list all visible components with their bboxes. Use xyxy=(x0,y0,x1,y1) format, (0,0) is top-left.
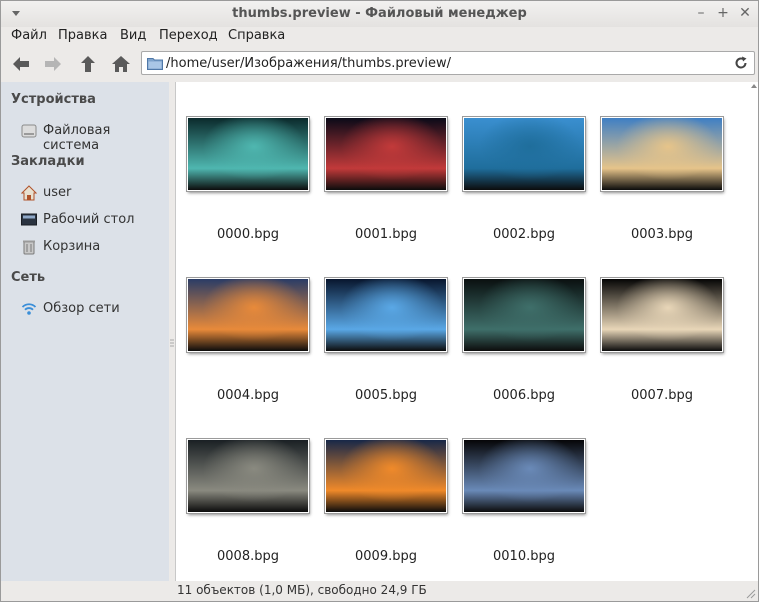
wifi-icon xyxy=(21,303,37,315)
file-name: 0002.bpg xyxy=(493,227,555,242)
sidebar-item-label: Обзор сети xyxy=(43,301,120,316)
menu-edit[interactable]: Правка xyxy=(58,28,107,43)
thumbnail-image[interactable] xyxy=(187,117,309,191)
reload-icon[interactable] xyxy=(732,54,750,72)
sidebar: Устройства Файловая система Закладки use… xyxy=(1,82,169,581)
thumbnail-image[interactable] xyxy=(463,117,585,191)
sidebar-item-label: user xyxy=(43,185,72,200)
up-icon[interactable] xyxy=(76,53,100,75)
file-item[interactable]: 0000.bpg xyxy=(187,117,325,267)
file-name: 0009.bpg xyxy=(355,549,417,564)
sidebar-item-label: Корзина xyxy=(43,239,101,254)
close-icon[interactable]: ✕ xyxy=(737,5,753,21)
status-bar: 11 объектов (1,0 МБ), свободно 24,9 ГБ xyxy=(175,581,758,601)
thumbnail-image[interactable] xyxy=(463,439,585,513)
sidebar-item-label: Файловая система xyxy=(43,123,111,153)
bookmarks-header: Закладки xyxy=(11,154,85,169)
file-item[interactable]: 0001.bpg xyxy=(325,117,463,267)
devices-header: Устройства xyxy=(11,92,96,107)
trash-icon xyxy=(23,240,35,255)
file-item[interactable]: 0004.bpg xyxy=(187,278,325,428)
title-bar: thumbs.preview - Файловый менеджер – + ✕ xyxy=(1,1,758,27)
folder-icon xyxy=(147,58,163,70)
thumbnail-image[interactable] xyxy=(325,117,447,191)
status-text: 11 объектов (1,0 МБ), свободно 24,9 ГБ xyxy=(177,583,427,597)
file-item[interactable]: 0008.bpg xyxy=(187,439,325,589)
minimize-icon[interactable]: – xyxy=(693,5,709,21)
file-item[interactable]: 0003.bpg xyxy=(601,117,739,267)
address-path[interactable]: /home/user/Изображения/thumbs.preview/ xyxy=(166,56,451,71)
address-bar[interactable]: /home/user/Изображения/thumbs.preview/ xyxy=(141,51,755,75)
thumbnail-image[interactable] xyxy=(601,278,723,352)
file-name: 0000.bpg xyxy=(217,227,279,242)
resize-grip-icon[interactable] xyxy=(744,587,756,599)
back-icon[interactable] xyxy=(9,53,33,75)
file-name: 0006.bpg xyxy=(493,388,555,403)
thumbnail-image[interactable] xyxy=(325,278,447,352)
harddisk-icon xyxy=(21,124,37,138)
file-item[interactable]: 0009.bpg xyxy=(325,439,463,589)
thumbnail-image[interactable] xyxy=(187,278,309,352)
sidebar-item-filesystem[interactable]: Файловая система xyxy=(21,122,166,153)
home-folder-icon xyxy=(21,185,37,201)
sidebar-item-desktop[interactable]: Рабочий стол xyxy=(21,211,166,231)
maximize-icon[interactable]: + xyxy=(715,5,731,21)
scroll-up-icon[interactable] xyxy=(750,82,758,90)
home-icon[interactable] xyxy=(109,53,133,75)
sidebar-item-label: Рабочий стол xyxy=(43,212,135,227)
file-name: 0005.bpg xyxy=(355,388,417,403)
sidebar-item-trash[interactable]: Корзина xyxy=(21,238,166,258)
file-manager-window: thumbs.preview - Файловый менеджер – + ✕… xyxy=(0,0,759,602)
menu-help[interactable]: Справка xyxy=(228,28,285,43)
menu-view[interactable]: Вид xyxy=(120,28,146,43)
menu-file[interactable]: Файл xyxy=(11,28,47,43)
file-item[interactable]: 0010.bpg xyxy=(463,439,601,589)
window-title: thumbs.preview - Файловый менеджер xyxy=(232,6,527,21)
file-item[interactable]: 0002.bpg xyxy=(463,117,601,267)
file-name: 0007.bpg xyxy=(631,388,693,403)
network-header: Сеть xyxy=(11,270,46,285)
menu-go[interactable]: Переход xyxy=(159,28,218,43)
forward-icon[interactable] xyxy=(41,53,65,75)
desktop-icon xyxy=(21,213,37,226)
file-name: 0001.bpg xyxy=(355,227,417,242)
file-name: 0008.bpg xyxy=(217,549,279,564)
file-name: 0010.bpg xyxy=(493,549,555,564)
thumbnail-image[interactable] xyxy=(187,439,309,513)
thumbnail-image[interactable] xyxy=(463,278,585,352)
thumbnail-image[interactable] xyxy=(325,439,447,513)
menu-bar: Файл Правка Вид Переход Справка xyxy=(1,27,758,47)
file-item[interactable]: 0007.bpg xyxy=(601,278,739,428)
sidebar-item-network[interactable]: Обзор сети xyxy=(21,300,166,320)
sidebar-item-user[interactable]: user xyxy=(21,184,166,204)
thumbnail-image[interactable] xyxy=(601,117,723,191)
file-item[interactable]: 0006.bpg xyxy=(463,278,601,428)
file-item[interactable]: 0005.bpg xyxy=(325,278,463,428)
file-view[interactable]: 0000.bpg 0001.bpg 0002.bpg 0003.bpg 0004.bpg… xyxy=(175,82,758,581)
file-name: 0003.bpg xyxy=(631,227,693,242)
file-name: 0004.bpg xyxy=(217,388,279,403)
